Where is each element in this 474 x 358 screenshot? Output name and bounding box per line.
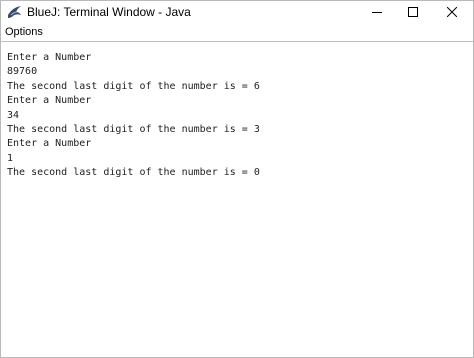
minimize-icon xyxy=(372,12,382,13)
terminal-line: 1 xyxy=(7,152,14,164)
terminal-output-area[interactable]: Enter a Number 89760 The second last dig… xyxy=(1,43,473,357)
terminal-window: BlueJ: Terminal Window - Java Options En… xyxy=(0,0,474,358)
close-icon xyxy=(447,7,457,17)
terminal-line: 34 xyxy=(7,109,20,121)
title-bar[interactable]: BlueJ: Terminal Window - Java xyxy=(1,1,473,23)
terminal-line: Enter a Number xyxy=(7,52,92,63)
minimize-button[interactable] xyxy=(359,1,395,23)
terminal-line: Enter a Number xyxy=(7,95,92,107)
menu-bar: Options xyxy=(1,23,473,41)
terminal-line: Enter a Number xyxy=(7,138,92,150)
terminal-lines: Enter a Number 89760 The second last dig… xyxy=(7,51,260,181)
terminal-line: The second last digit of the number is =… xyxy=(7,167,260,179)
maximize-button[interactable] xyxy=(395,1,431,23)
menu-separator xyxy=(1,41,473,42)
close-button[interactable] xyxy=(434,1,470,23)
maximize-icon xyxy=(408,7,418,17)
window-title: BlueJ: Terminal Window - Java xyxy=(27,5,191,19)
terminal-line: 89760 xyxy=(7,66,38,78)
terminal-line: The second last digit of the number is =… xyxy=(7,80,260,92)
terminal-line: The second last digit of the number is =… xyxy=(7,123,260,135)
menu-item-options[interactable]: Options xyxy=(5,26,43,38)
bluej-bird-icon xyxy=(7,4,23,20)
